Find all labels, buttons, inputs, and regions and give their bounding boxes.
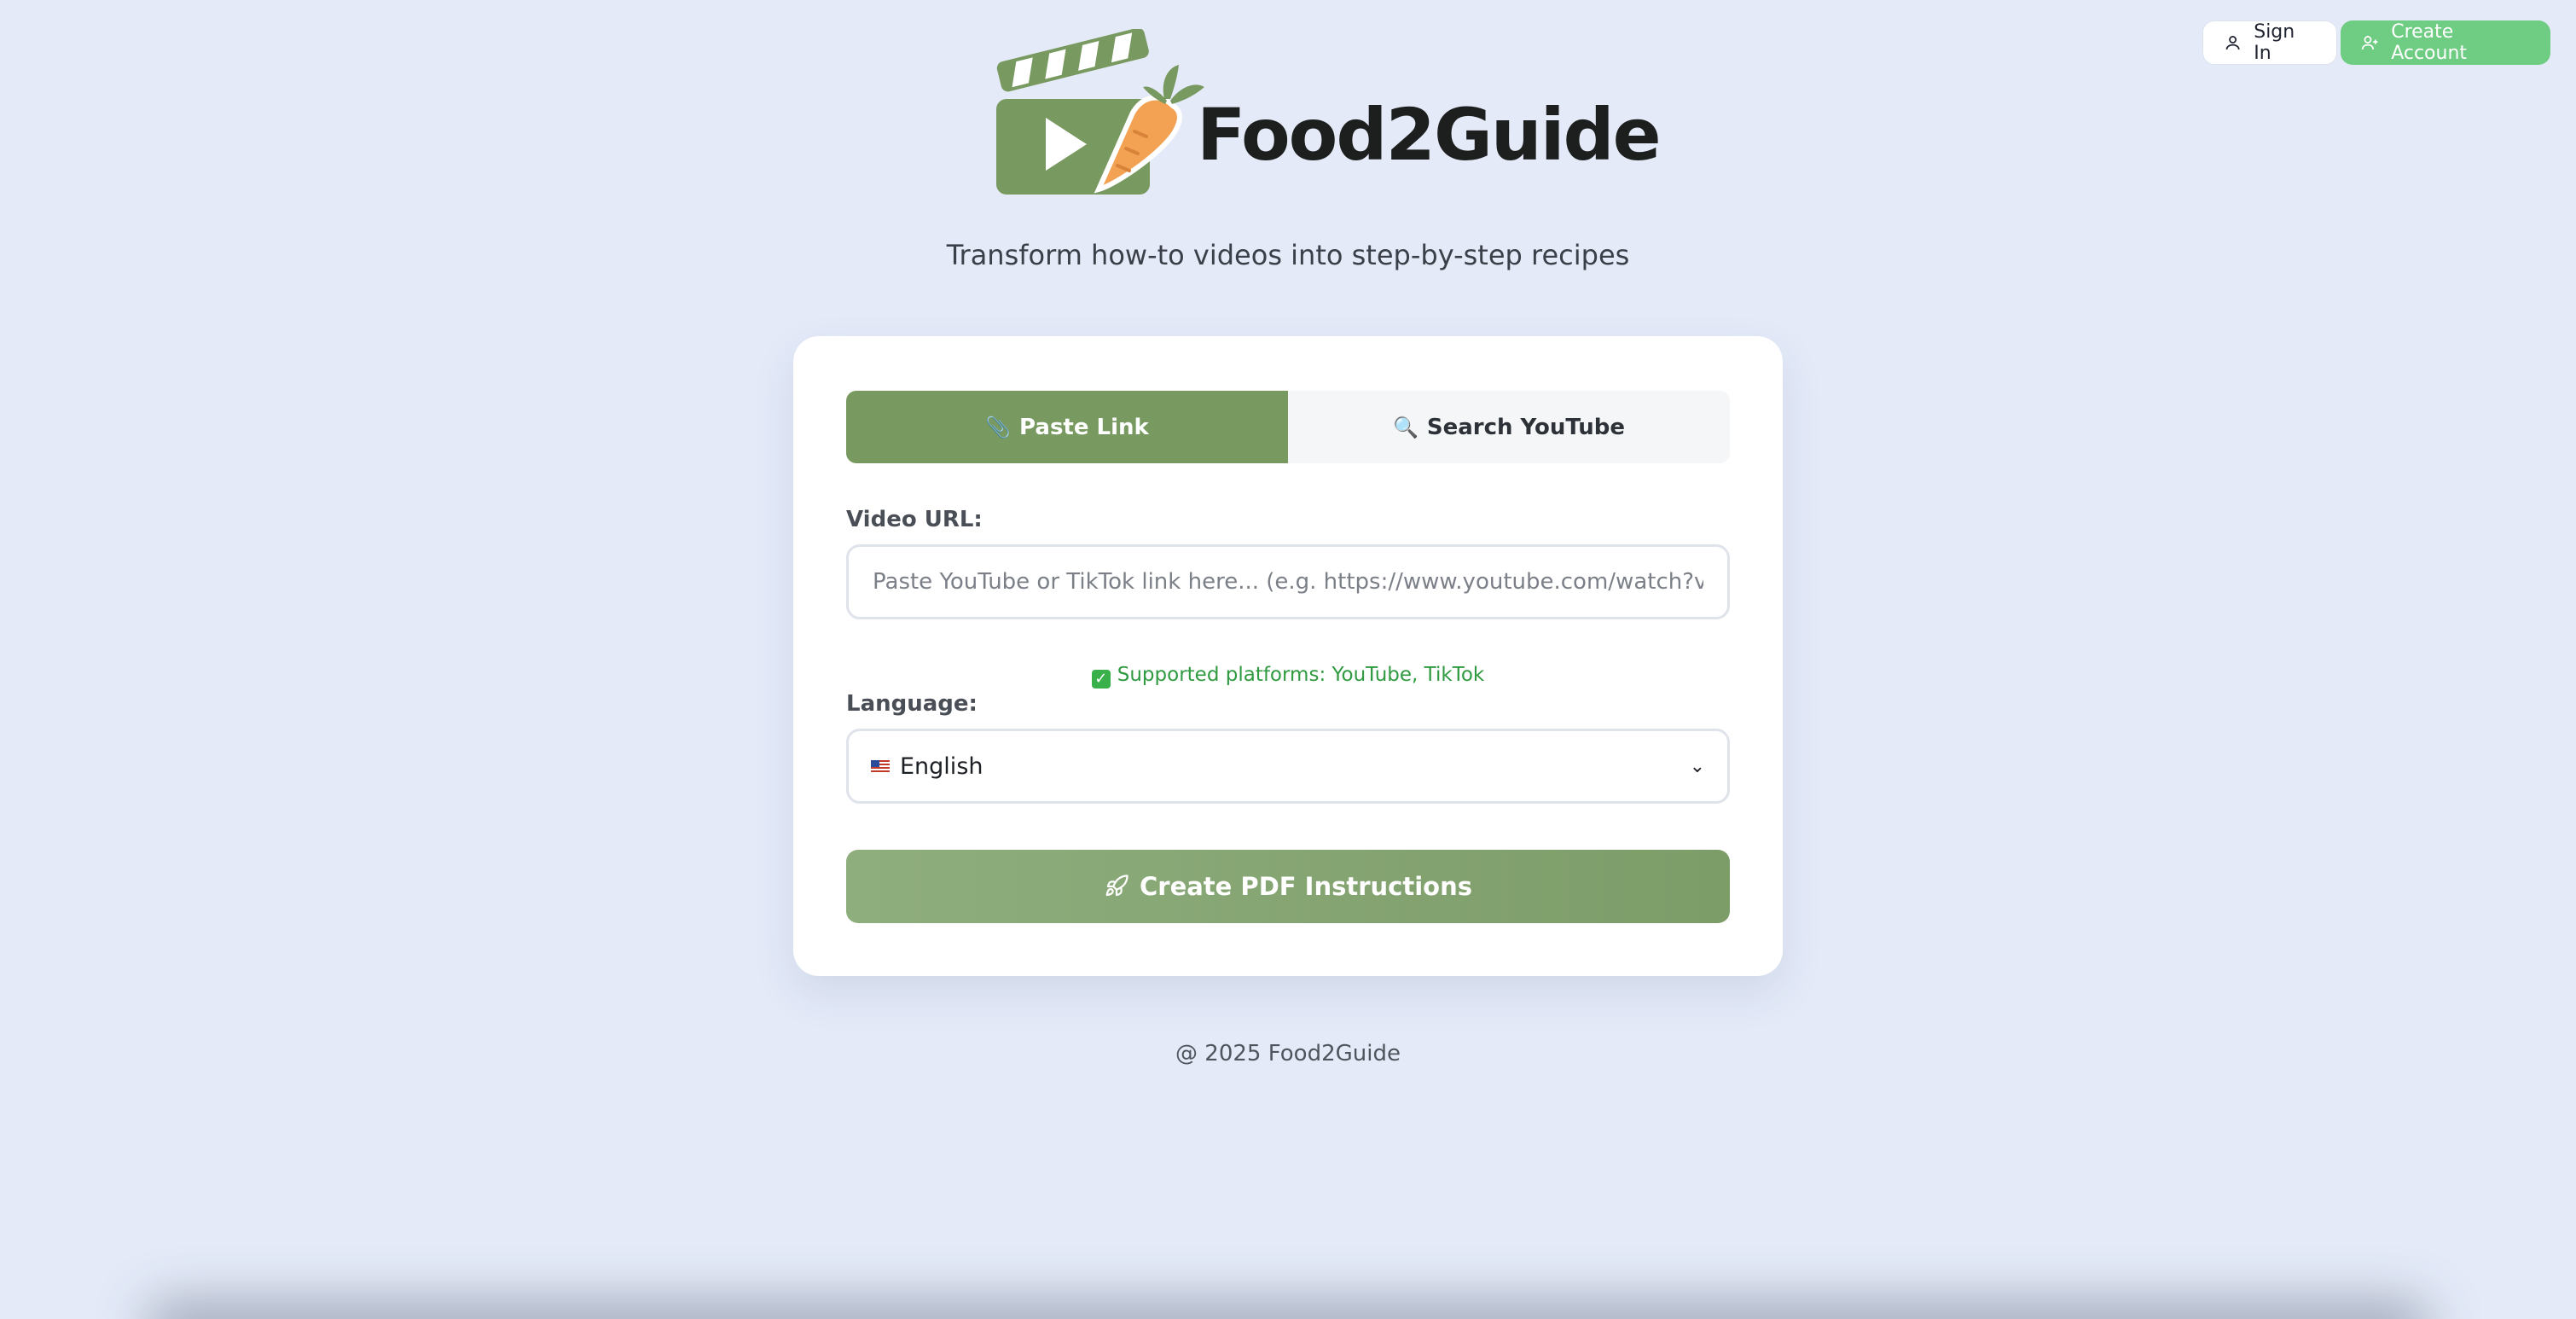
page: Sign In Create Account Food2Guide Transf… bbox=[0, 0, 2576, 1319]
main-card: 📎 Paste Link 🔍 Search YouTube Video URL:… bbox=[793, 336, 1783, 976]
supported-platforms-text: Supported platforms: YouTube, TikTok bbox=[1117, 664, 1485, 686]
us-flag-icon bbox=[871, 759, 890, 773]
tab-paste-link[interactable]: 📎 Paste Link bbox=[846, 391, 1288, 463]
auth-buttons: Sign In Create Account bbox=[2202, 20, 2550, 65]
tagline: Transform how-to videos into step-by-ste… bbox=[946, 239, 1630, 271]
tab-search-youtube-label: Search YouTube bbox=[1426, 414, 1626, 440]
paperclip-icon: 📎 bbox=[985, 415, 1012, 439]
chevron-down-icon: ⌄ bbox=[1689, 755, 1705, 777]
language-label: Language: bbox=[846, 691, 978, 717]
supported-platforms-note: ✓ Supported platforms: YouTube, TikTok bbox=[793, 664, 1783, 689]
rocket-icon bbox=[1105, 874, 1128, 897]
sign-in-button[interactable]: Sign In bbox=[2202, 20, 2337, 65]
language-select[interactable]: English ⌄ bbox=[846, 729, 1730, 804]
language-selected-value: English bbox=[900, 752, 983, 780]
create-account-label: Create Account bbox=[2391, 21, 2468, 64]
brand-name: Food2Guide bbox=[1197, 93, 1662, 177]
user-icon bbox=[2225, 36, 2240, 50]
tab-search-youtube[interactable]: 🔍 Search YouTube bbox=[1288, 391, 1730, 463]
magnifier-icon: 🔍 bbox=[1392, 415, 1419, 439]
create-account-button[interactable]: Create Account bbox=[2341, 20, 2550, 65]
create-pdf-button[interactable]: Create PDF Instructions bbox=[846, 850, 1730, 923]
tab-paste-link-label: Paste Link bbox=[1019, 414, 1149, 440]
video-url-label: Video URL: bbox=[846, 507, 983, 532]
create-pdf-label: Create PDF Instructions bbox=[1139, 872, 1472, 901]
clapperboard-carrot-icon bbox=[996, 29, 1204, 195]
video-url-field bbox=[846, 544, 1730, 619]
user-plus-icon bbox=[2361, 36, 2378, 50]
video-url-input[interactable] bbox=[871, 568, 1705, 596]
sign-in-label: Sign In bbox=[2254, 21, 2295, 64]
brand-logo: Food2Guide bbox=[989, 29, 1662, 200]
input-mode-tabs: 📎 Paste Link 🔍 Search YouTube bbox=[846, 391, 1730, 463]
check-mark-icon: ✓ bbox=[1091, 670, 1111, 689]
footer-copyright: @ 2025 Food2Guide bbox=[1175, 1041, 1401, 1066]
bottom-shadow-decoration bbox=[145, 1302, 2431, 1319]
